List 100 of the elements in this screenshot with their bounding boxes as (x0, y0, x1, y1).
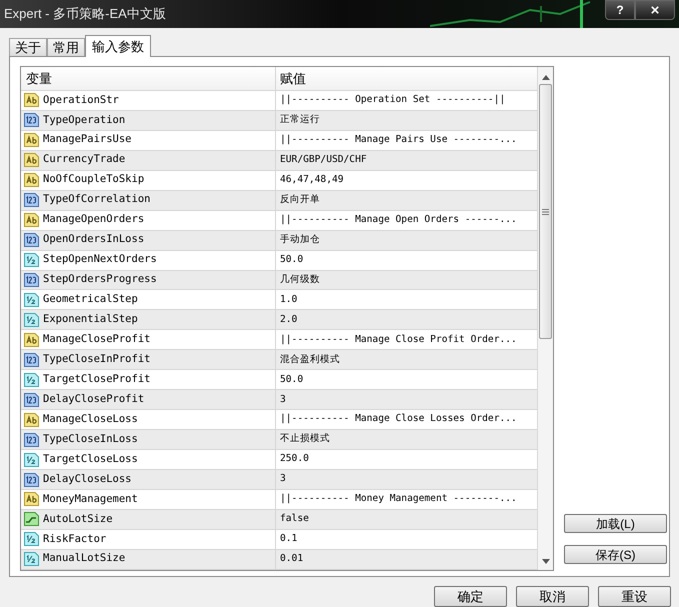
help-button[interactable]: ? (605, 0, 635, 20)
text-type-icon (24, 332, 39, 347)
tab[interactable]: 常用 (47, 38, 85, 56)
parameter-name: OperationStr (43, 92, 119, 108)
parameter-name: OpenOrdersInLoss (43, 232, 144, 248)
parameter-row[interactable]: ManageCloseLoss ||---------- Manage Close Losses Order... (21, 410, 537, 430)
integer-type-icon (24, 392, 39, 407)
parameter-value: 正常运行 (280, 113, 320, 128)
parameter-name: ManageCloseLoss (43, 412, 138, 427)
tab[interactable]: 关于 (9, 38, 47, 56)
parameter-name: TargetCloseProfit (43, 372, 150, 387)
parameter-name: GeometricalStep (43, 292, 138, 308)
text-type-icon (24, 93, 39, 108)
parameter-row[interactable]: OperationStr ||---------- Operation Set ----------|| (21, 90, 537, 111)
dialog-button[interactable]: 取消 (516, 586, 589, 607)
parameter-row[interactable]: DelayCloseLoss 3 (21, 470, 537, 490)
scroll-down-icon[interactable] (542, 559, 550, 564)
fraction-type-icon (24, 372, 39, 387)
parameter-name: TypeOperation (43, 112, 126, 128)
parameter-name: AutoLotSize (43, 512, 113, 527)
fraction-type-icon (24, 452, 39, 467)
integer-type-icon (24, 193, 39, 208)
close-button[interactable]: × (635, 0, 675, 20)
parameter-value: 反向开单 (280, 193, 320, 207)
text-type-icon (24, 153, 39, 168)
parameter-name: ManagePairsUse (43, 132, 132, 148)
parameter-value: ||---------- Money Management --------... (280, 492, 517, 506)
text-type-icon (24, 213, 39, 228)
parameter-name: TargetCloseLoss (43, 452, 138, 467)
parameter-value: ||---------- Operation Set ----------|| (280, 93, 506, 108)
parameter-row[interactable]: TypeOfCorrelation 反向开单 (21, 190, 537, 211)
column-header[interactable]: 赋值 (276, 67, 537, 90)
dialog-button[interactable]: 重设 (598, 586, 671, 607)
integer-type-icon (24, 113, 39, 128)
parameter-row[interactable]: StepOrdersProgress 几何级数 (21, 270, 537, 290)
scrollbar[interactable] (537, 67, 553, 570)
parameter-value: 0.01 (280, 552, 304, 566)
parameter-row[interactable]: TypeOperation 正常运行 (21, 110, 537, 131)
parameter-row[interactable]: NoOfCoupleToSkip 46,47,48,49 (21, 170, 537, 191)
fraction-type-icon (24, 532, 39, 546)
parameter-value: 手动加仓 (280, 232, 320, 247)
integer-type-icon (24, 472, 39, 487)
parameter-value: 46,47,48,49 (280, 173, 344, 188)
parameter-row[interactable]: CurrencyTrade EUR/GBP/USD/CHF (21, 150, 537, 171)
parameter-name: ExponentialStep (43, 312, 138, 328)
parameter-name: TypeCloseInProfit (43, 352, 150, 367)
parameter-row[interactable]: TypeCloseInProfit 混合盈利模式 (21, 350, 537, 370)
parameter-value: 3 (280, 392, 286, 407)
integer-type-icon (24, 273, 39, 287)
column-header[interactable]: 变量 (21, 67, 276, 90)
parameter-name: DelayCloseLoss (43, 472, 132, 487)
side-button[interactable]: 加载(L) (564, 514, 667, 533)
parameter-row[interactable]: ManageOpenOrders ||---------- Manage Open Orders ------... (21, 210, 537, 231)
parameter-row[interactable]: TypeCloseInLoss 不止损模式 (21, 430, 537, 450)
parameter-name: ManualLotSize (43, 551, 126, 566)
integer-type-icon (24, 352, 39, 367)
side-button[interactable]: 保存(S) (564, 545, 667, 564)
parameter-row[interactable]: ManualLotSize 0.01 (21, 550, 537, 570)
parameter-row[interactable]: DelayCloseProfit 3 (21, 390, 537, 410)
text-type-icon (24, 133, 39, 148)
parameter-name: NoOfCoupleToSkip (43, 172, 144, 188)
text-type-icon (24, 492, 39, 506)
integer-type-icon (24, 233, 39, 248)
parameter-value: 混合盈利模式 (280, 352, 340, 367)
parameter-value: EUR/GBP/USD/CHF (280, 153, 367, 168)
parameter-row[interactable]: GeometricalStep 1.0 (21, 290, 537, 310)
fraction-type-icon (24, 292, 39, 307)
parameter-value: 250.0 (280, 452, 309, 466)
toggle-type-icon (24, 512, 39, 526)
parameter-row[interactable]: TargetCloseLoss 250.0 (21, 450, 537, 470)
scroll-up-icon[interactable] (542, 75, 550, 80)
tab[interactable]: 输入参数 (85, 35, 151, 57)
text-type-icon (24, 173, 39, 188)
parameter-row[interactable]: StepOpenNextOrders 50.0 (21, 250, 537, 271)
text-type-icon (24, 412, 39, 427)
parameter-value: ||---------- Manage Close Profit Order... (280, 332, 517, 347)
parameter-row[interactable]: ManageCloseProfit ||---------- Manage Close Profit Order... (21, 330, 537, 350)
fraction-type-icon (24, 312, 39, 327)
parameter-name: RiskFactor (43, 532, 106, 547)
parameter-value: 2.0 (280, 312, 298, 327)
parameter-value: ||---------- Manage Pairs Use --------... (280, 133, 517, 148)
grip-icon (542, 208, 549, 214)
window-title: Expert - 多币策略-EA中文版 (3, 5, 166, 24)
parameter-row[interactable]: OpenOrdersInLoss 手动加仓 (21, 230, 537, 251)
parameter-value: 50.0 (280, 372, 304, 387)
parameter-row[interactable]: MoneyManagement ||---------- Money Management --------... (21, 490, 537, 510)
dialog-button[interactable]: 确定 (434, 586, 507, 607)
scroll-thumb[interactable] (539, 84, 552, 339)
parameter-row[interactable]: RiskFactor 0.1 (21, 530, 537, 550)
parameter-row[interactable]: ExponentialStep 2.0 (21, 310, 537, 330)
parameter-name: TypeOfCorrelation (43, 192, 150, 208)
parameter-row[interactable]: AutoLotSize false (21, 510, 537, 530)
parameter-name: ManageOpenOrders (43, 212, 144, 228)
parameter-row[interactable]: ManagePairsUse ||---------- Manage Pairs Use --------... (21, 130, 537, 151)
parameter-name: ManageCloseProfit (43, 332, 150, 347)
parameter-value: 几何级数 (280, 272, 320, 287)
parameter-value: 0.1 (280, 532, 298, 546)
parameter-value: false (280, 512, 309, 526)
parameter-name: CurrencyTrade (43, 152, 126, 168)
parameter-row[interactable]: TargetCloseProfit 50.0 (21, 370, 537, 390)
